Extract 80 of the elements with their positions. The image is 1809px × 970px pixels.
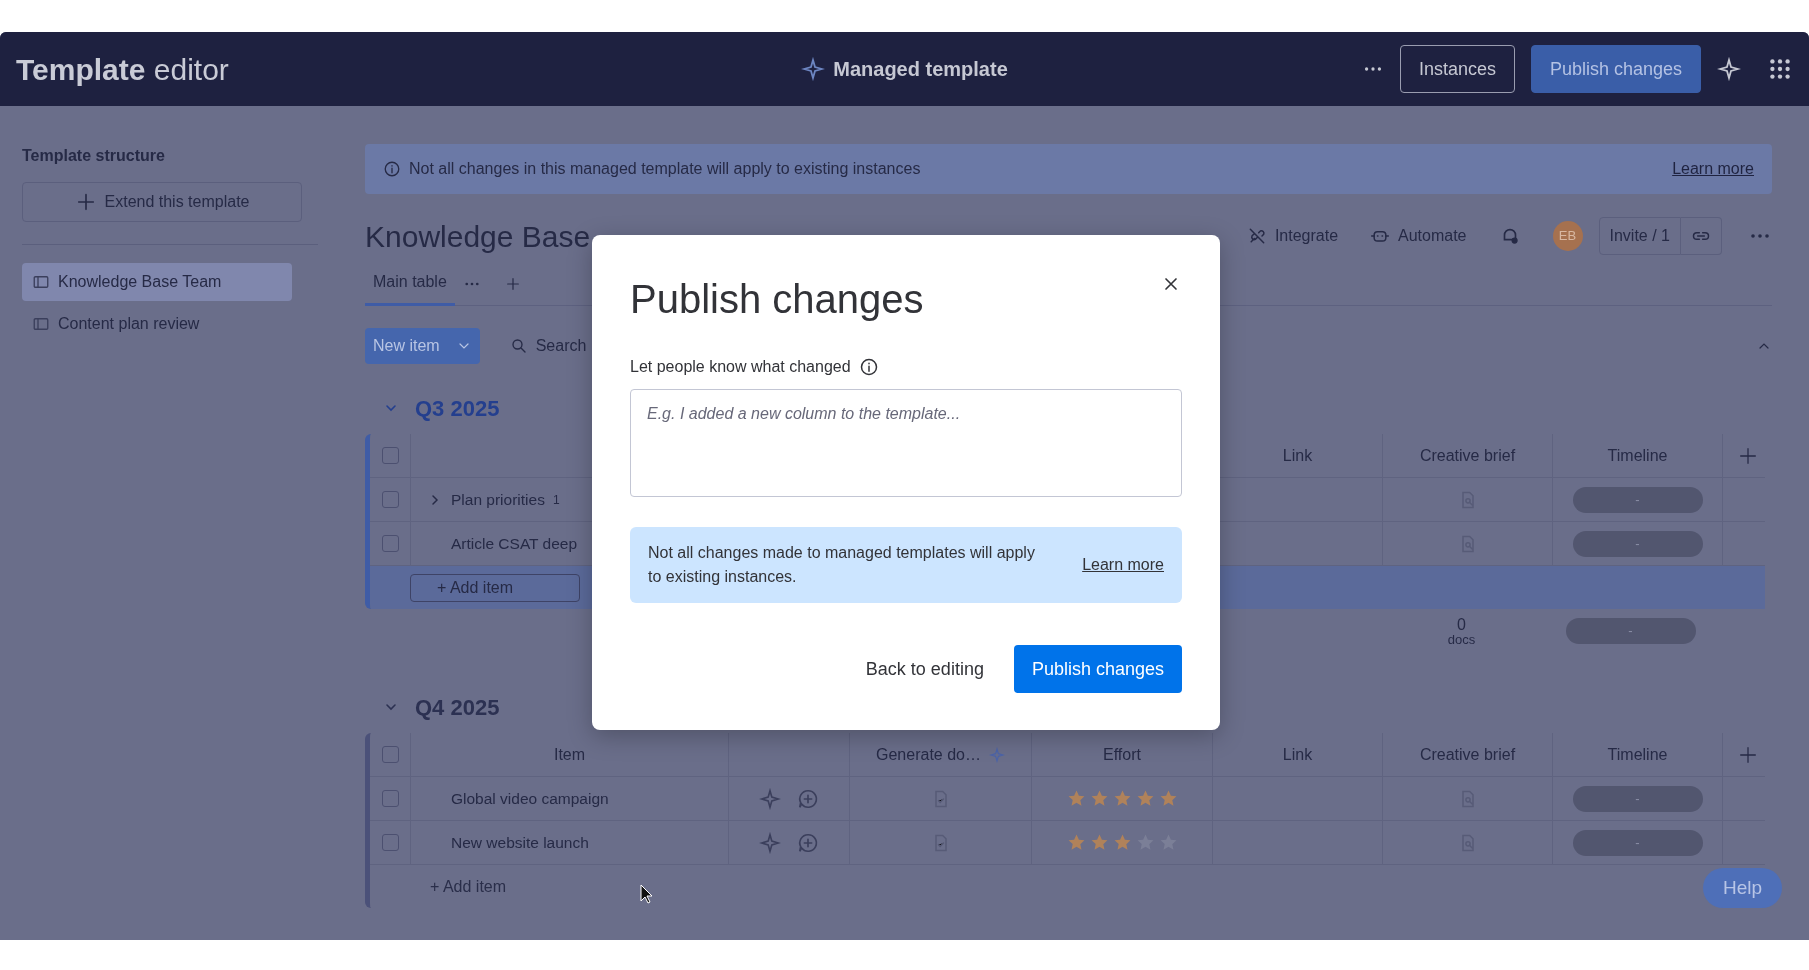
message-field[interactable]: E.g. I added a new column to the template... <box>630 389 1182 497</box>
info-icon <box>858 357 879 377</box>
docs-count: 0 <box>1457 616 1466 633</box>
extend-template-button[interactable]: Extend this template <box>22 182 302 222</box>
sidebar-item[interactable]: Knowledge Base Team <box>22 263 292 301</box>
checkbox[interactable] <box>381 535 399 552</box>
info-icon <box>383 160 401 178</box>
table-tab[interactable]: Main table <box>365 261 455 306</box>
new-item-button[interactable]: New item <box>365 328 480 364</box>
app-title: Template editor <box>16 51 229 88</box>
search-field[interactable]: Search <box>509 334 587 358</box>
column-header: Timeline <box>1607 744 1668 765</box>
docs-label: docs <box>1447 632 1476 646</box>
board-icon <box>32 273 50 291</box>
board-action[interactable]: Integrate <box>1246 224 1339 248</box>
cursor-icon <box>640 884 654 904</box>
apps-icon[interactable] <box>1767 56 1793 82</box>
board-icon <box>32 315 50 333</box>
item-name[interactable]: Global video campaign <box>451 786 609 811</box>
column-header: Link <box>1282 744 1313 765</box>
checkbox[interactable] <box>381 746 399 763</box>
item-name[interactable]: Article CSAT deep <box>451 531 578 556</box>
search-icon <box>509 337 528 355</box>
learn-more-link[interactable]: Learn more <box>1082 553 1164 577</box>
timeline-pill[interactable]: - <box>1572 785 1703 812</box>
star-icon[interactable] <box>1135 789 1155 808</box>
column-header: Creative brief <box>1419 445 1516 466</box>
add-item-field[interactable]: + Add item <box>410 573 580 602</box>
template-type-label: Managed template <box>833 57 1008 82</box>
star-rating[interactable] <box>1066 833 1178 852</box>
sidebar-heading: Template structure <box>22 146 166 166</box>
avatar[interactable]: EB <box>1552 221 1583 251</box>
group-title: Q4 2025 <box>415 693 500 722</box>
item-name[interactable]: New website launch <box>451 830 589 855</box>
add-update-icon[interactable] <box>797 787 819 810</box>
publish-button[interactable]: Publish changes <box>1530 45 1701 93</box>
column-header: Generate do… <box>876 744 981 765</box>
star-icon[interactable] <box>1112 833 1132 852</box>
add-item-link[interactable]: + Add item <box>430 874 507 899</box>
sparkle-icon <box>988 746 1005 763</box>
help-button[interactable]: Help <box>1702 868 1782 908</box>
add-update-icon[interactable] <box>797 831 819 854</box>
timeline-pill[interactable]: - <box>1572 530 1703 557</box>
invite-button[interactable]: Invite / 1 <box>1598 217 1681 255</box>
star-icon[interactable] <box>1089 789 1109 808</box>
column-header: Effort <box>1103 744 1141 765</box>
timeline-pill[interactable]: - <box>1572 829 1703 856</box>
item-name[interactable]: Plan priorities <box>451 487 545 512</box>
back-button[interactable]: Back to editing <box>859 654 990 684</box>
checkbox[interactable] <box>381 491 399 508</box>
dialog-title: Publish changes <box>630 276 924 323</box>
sidebar-item[interactable]: Content plan review <box>22 305 292 343</box>
board-title: Knowledge Base <box>365 218 591 255</box>
sparkle-icon <box>801 57 826 81</box>
checkbox[interactable] <box>381 834 399 851</box>
star-icon[interactable] <box>1066 789 1086 808</box>
star-icon[interactable] <box>1089 833 1109 852</box>
star-icon[interactable] <box>1158 789 1178 808</box>
checkbox[interactable] <box>381 447 399 464</box>
column-header: Timeline <box>1607 445 1668 466</box>
checkbox[interactable] <box>381 790 399 807</box>
star-rating[interactable] <box>1066 789 1178 808</box>
column-header: Item <box>553 744 586 765</box>
timeline-pill: - <box>1565 618 1696 644</box>
board-action[interactable]: Automate <box>1370 224 1467 248</box>
star-icon[interactable] <box>1066 833 1086 852</box>
copy-link-button[interactable] <box>1681 217 1722 255</box>
column-header: Creative brief <box>1419 744 1516 765</box>
instances-button[interactable]: Instances <box>1399 45 1515 93</box>
field-label: Let people know what changed <box>630 357 851 377</box>
subitem-count: 1 <box>552 491 560 509</box>
timeline-pill[interactable]: - <box>1572 486 1703 513</box>
group-title: Q3 2025 <box>415 394 500 423</box>
column-header: Link <box>1282 445 1313 466</box>
learn-more-link[interactable]: Learn more <box>1672 157 1754 181</box>
banner-text: Not all changes in this managed template will apply to existing instances <box>409 159 922 179</box>
add-tab-icon[interactable] <box>504 275 521 292</box>
publish-button[interactable]: Publish changes <box>1013 645 1182 693</box>
star-icon[interactable] <box>1112 789 1132 808</box>
notice-text: Not all changes made to managed templates will apply to existing instances. <box>648 543 1036 587</box>
